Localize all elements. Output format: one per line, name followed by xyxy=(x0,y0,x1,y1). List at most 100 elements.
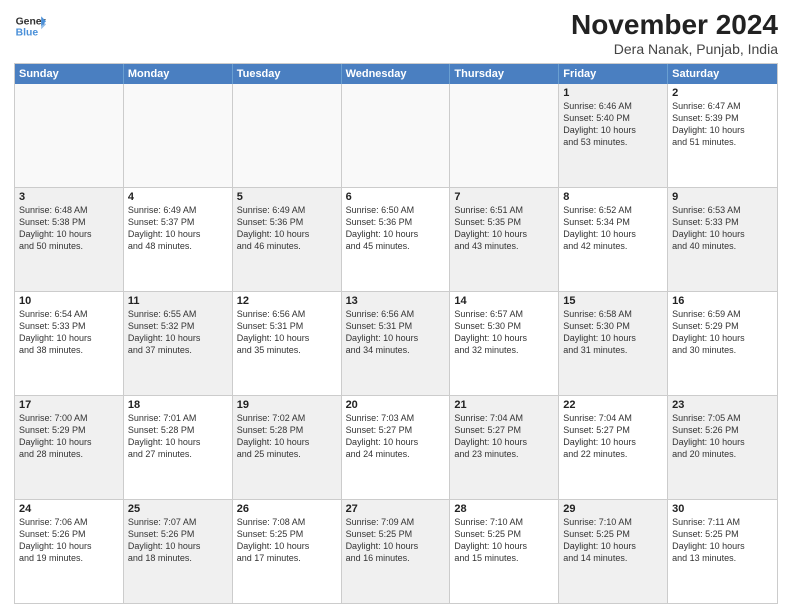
day-number: 19 xyxy=(237,399,337,411)
logo: General Blue xyxy=(14,10,46,42)
day-number: 21 xyxy=(454,399,554,411)
cell-info: Sunrise: 6:53 AM Sunset: 5:33 PM Dayligh… xyxy=(672,204,773,253)
calendar-week: 17Sunrise: 7:00 AM Sunset: 5:29 PM Dayli… xyxy=(15,396,777,500)
day-number: 10 xyxy=(19,295,119,307)
calendar-cell: 17Sunrise: 7:00 AM Sunset: 5:29 PM Dayli… xyxy=(15,396,124,499)
calendar-day-header: Saturday xyxy=(668,64,777,84)
day-number: 13 xyxy=(346,295,446,307)
calendar-cell: 15Sunrise: 6:58 AM Sunset: 5:30 PM Dayli… xyxy=(559,292,668,395)
calendar-header: SundayMondayTuesdayWednesdayThursdayFrid… xyxy=(15,64,777,84)
day-number: 23 xyxy=(672,399,773,411)
cell-info: Sunrise: 7:00 AM Sunset: 5:29 PM Dayligh… xyxy=(19,412,119,461)
day-number: 28 xyxy=(454,503,554,515)
cell-info: Sunrise: 7:01 AM Sunset: 5:28 PM Dayligh… xyxy=(128,412,228,461)
day-number: 29 xyxy=(563,503,663,515)
cell-info: Sunrise: 6:55 AM Sunset: 5:32 PM Dayligh… xyxy=(128,308,228,357)
day-number: 6 xyxy=(346,191,446,203)
cell-info: Sunrise: 6:47 AM Sunset: 5:39 PM Dayligh… xyxy=(672,100,773,149)
calendar-day-header: Thursday xyxy=(450,64,559,84)
cell-info: Sunrise: 7:10 AM Sunset: 5:25 PM Dayligh… xyxy=(454,516,554,565)
calendar-cell: 22Sunrise: 7:04 AM Sunset: 5:27 PM Dayli… xyxy=(559,396,668,499)
calendar-cell xyxy=(124,84,233,187)
calendar-cell xyxy=(450,84,559,187)
cell-info: Sunrise: 7:11 AM Sunset: 5:25 PM Dayligh… xyxy=(672,516,773,565)
day-number: 5 xyxy=(237,191,337,203)
logo-icon: General Blue xyxy=(14,10,46,42)
calendar-week: 1Sunrise: 6:46 AM Sunset: 5:40 PM Daylig… xyxy=(15,84,777,188)
calendar-cell: 16Sunrise: 6:59 AM Sunset: 5:29 PM Dayli… xyxy=(668,292,777,395)
cell-info: Sunrise: 6:49 AM Sunset: 5:37 PM Dayligh… xyxy=(128,204,228,253)
cell-info: Sunrise: 6:49 AM Sunset: 5:36 PM Dayligh… xyxy=(237,204,337,253)
calendar-day-header: Sunday xyxy=(15,64,124,84)
day-number: 11 xyxy=(128,295,228,307)
cell-info: Sunrise: 7:08 AM Sunset: 5:25 PM Dayligh… xyxy=(237,516,337,565)
calendar-cell: 19Sunrise: 7:02 AM Sunset: 5:28 PM Dayli… xyxy=(233,396,342,499)
day-number: 25 xyxy=(128,503,228,515)
calendar-cell: 23Sunrise: 7:05 AM Sunset: 5:26 PM Dayli… xyxy=(668,396,777,499)
calendar-cell: 9Sunrise: 6:53 AM Sunset: 5:33 PM Daylig… xyxy=(668,188,777,291)
calendar-cell: 29Sunrise: 7:10 AM Sunset: 5:25 PM Dayli… xyxy=(559,500,668,603)
calendar-cell: 12Sunrise: 6:56 AM Sunset: 5:31 PM Dayli… xyxy=(233,292,342,395)
cell-info: Sunrise: 7:06 AM Sunset: 5:26 PM Dayligh… xyxy=(19,516,119,565)
cell-info: Sunrise: 6:59 AM Sunset: 5:29 PM Dayligh… xyxy=(672,308,773,357)
cell-info: Sunrise: 6:54 AM Sunset: 5:33 PM Dayligh… xyxy=(19,308,119,357)
cell-info: Sunrise: 7:07 AM Sunset: 5:26 PM Dayligh… xyxy=(128,516,228,565)
calendar-cell: 1Sunrise: 6:46 AM Sunset: 5:40 PM Daylig… xyxy=(559,84,668,187)
calendar-week: 10Sunrise: 6:54 AM Sunset: 5:33 PM Dayli… xyxy=(15,292,777,396)
calendar-cell: 13Sunrise: 6:56 AM Sunset: 5:31 PM Dayli… xyxy=(342,292,451,395)
day-number: 15 xyxy=(563,295,663,307)
page: General Blue November 2024 Dera Nanak, P… xyxy=(0,0,792,612)
day-number: 3 xyxy=(19,191,119,203)
calendar-day-header: Friday xyxy=(559,64,668,84)
calendar-week: 3Sunrise: 6:48 AM Sunset: 5:38 PM Daylig… xyxy=(15,188,777,292)
title-block: November 2024 Dera Nanak, Punjab, India xyxy=(571,10,778,57)
calendar-day-header: Tuesday xyxy=(233,64,342,84)
day-number: 27 xyxy=(346,503,446,515)
calendar-cell: 8Sunrise: 6:52 AM Sunset: 5:34 PM Daylig… xyxy=(559,188,668,291)
calendar-cell: 3Sunrise: 6:48 AM Sunset: 5:38 PM Daylig… xyxy=(15,188,124,291)
calendar-cell: 7Sunrise: 6:51 AM Sunset: 5:35 PM Daylig… xyxy=(450,188,559,291)
day-number: 12 xyxy=(237,295,337,307)
cell-info: Sunrise: 6:48 AM Sunset: 5:38 PM Dayligh… xyxy=(19,204,119,253)
svg-text:Blue: Blue xyxy=(16,28,39,39)
cell-info: Sunrise: 6:46 AM Sunset: 5:40 PM Dayligh… xyxy=(563,100,663,149)
day-number: 24 xyxy=(19,503,119,515)
calendar-cell xyxy=(233,84,342,187)
day-number: 26 xyxy=(237,503,337,515)
calendar-cell xyxy=(15,84,124,187)
calendar-cell: 2Sunrise: 6:47 AM Sunset: 5:39 PM Daylig… xyxy=(668,84,777,187)
calendar-day-header: Monday xyxy=(124,64,233,84)
calendar-cell: 24Sunrise: 7:06 AM Sunset: 5:26 PM Dayli… xyxy=(15,500,124,603)
calendar-cell xyxy=(342,84,451,187)
cell-info: Sunrise: 6:51 AM Sunset: 5:35 PM Dayligh… xyxy=(454,204,554,253)
day-number: 22 xyxy=(563,399,663,411)
day-number: 18 xyxy=(128,399,228,411)
calendar-cell: 27Sunrise: 7:09 AM Sunset: 5:25 PM Dayli… xyxy=(342,500,451,603)
calendar-cell: 25Sunrise: 7:07 AM Sunset: 5:26 PM Dayli… xyxy=(124,500,233,603)
calendar-cell: 10Sunrise: 6:54 AM Sunset: 5:33 PM Dayli… xyxy=(15,292,124,395)
cell-info: Sunrise: 6:57 AM Sunset: 5:30 PM Dayligh… xyxy=(454,308,554,357)
day-number: 4 xyxy=(128,191,228,203)
day-number: 30 xyxy=(672,503,773,515)
cell-info: Sunrise: 7:05 AM Sunset: 5:26 PM Dayligh… xyxy=(672,412,773,461)
calendar-cell: 21Sunrise: 7:04 AM Sunset: 5:27 PM Dayli… xyxy=(450,396,559,499)
header: General Blue November 2024 Dera Nanak, P… xyxy=(14,10,778,57)
calendar-cell: 28Sunrise: 7:10 AM Sunset: 5:25 PM Dayli… xyxy=(450,500,559,603)
page-title: November 2024 xyxy=(571,10,778,41)
calendar-cell: 4Sunrise: 6:49 AM Sunset: 5:37 PM Daylig… xyxy=(124,188,233,291)
day-number: 9 xyxy=(672,191,773,203)
day-number: 8 xyxy=(563,191,663,203)
day-number: 17 xyxy=(19,399,119,411)
calendar-cell: 20Sunrise: 7:03 AM Sunset: 5:27 PM Dayli… xyxy=(342,396,451,499)
day-number: 7 xyxy=(454,191,554,203)
calendar: SundayMondayTuesdayWednesdayThursdayFrid… xyxy=(14,63,778,604)
day-number: 1 xyxy=(563,87,663,99)
cell-info: Sunrise: 6:56 AM Sunset: 5:31 PM Dayligh… xyxy=(237,308,337,357)
cell-info: Sunrise: 7:09 AM Sunset: 5:25 PM Dayligh… xyxy=(346,516,446,565)
day-number: 2 xyxy=(672,87,773,99)
cell-info: Sunrise: 7:04 AM Sunset: 5:27 PM Dayligh… xyxy=(454,412,554,461)
calendar-cell: 6Sunrise: 6:50 AM Sunset: 5:36 PM Daylig… xyxy=(342,188,451,291)
cell-info: Sunrise: 7:02 AM Sunset: 5:28 PM Dayligh… xyxy=(237,412,337,461)
calendar-cell: 30Sunrise: 7:11 AM Sunset: 5:25 PM Dayli… xyxy=(668,500,777,603)
cell-info: Sunrise: 7:04 AM Sunset: 5:27 PM Dayligh… xyxy=(563,412,663,461)
